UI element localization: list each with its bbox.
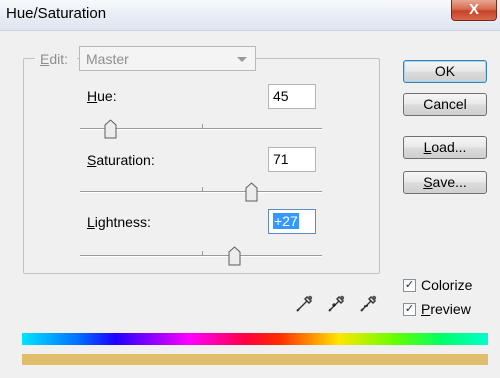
edit-channel-value: Master [86,51,129,67]
cancel-button[interactable]: Cancel [403,93,487,116]
close-button[interactable]: X [451,0,497,21]
lightness-input[interactable]: +27 [268,209,316,234]
saturation-slider-track[interactable] [80,191,322,193]
eyedropper-icon[interactable] [294,292,316,314]
result-color-bar [22,354,488,365]
preview-label[interactable]: Preview [421,301,471,317]
saturation-slider-thumb[interactable] [245,182,258,202]
edit-channel-select[interactable]: Master [79,46,256,71]
hue-input[interactable]: 45 [268,84,316,109]
colorize-label[interactable]: Colorize [421,277,472,293]
hue-slider-thumb[interactable] [104,119,117,139]
eyedropper-minus-icon[interactable] [358,292,380,314]
preview-checkbox[interactable]: ✓ [403,303,416,316]
lightness-slider-track[interactable] [80,255,322,257]
saturation-center-tick [202,187,203,192]
lightness-label: Lightness: [87,214,151,230]
chevron-down-icon [237,57,247,62]
titlebar: Hue/Saturation X [0,0,500,31]
lightness-value: +27 [273,213,299,229]
input-spectrum-bar [22,333,488,345]
window-title: Hue/Saturation [6,5,107,22]
load-button[interactable]: Load... [403,136,487,159]
edit-label: Edit: [40,51,69,67]
lightness-center-tick [202,251,203,256]
adjustment-group [23,58,380,274]
saturation-input[interactable]: 71 [268,147,316,172]
saturation-label: Saturation: [87,152,155,168]
hue-center-tick [202,124,203,129]
hue-label: Hue: [87,88,117,104]
eyedropper-plus-icon[interactable] [326,292,348,314]
colorize-checkbox[interactable]: ✓ [403,279,416,292]
ok-button[interactable]: OK [403,60,487,83]
save-button[interactable]: Save... [403,171,487,194]
edit-label-rest: dit: [49,51,69,67]
lightness-slider-thumb[interactable] [228,246,241,266]
